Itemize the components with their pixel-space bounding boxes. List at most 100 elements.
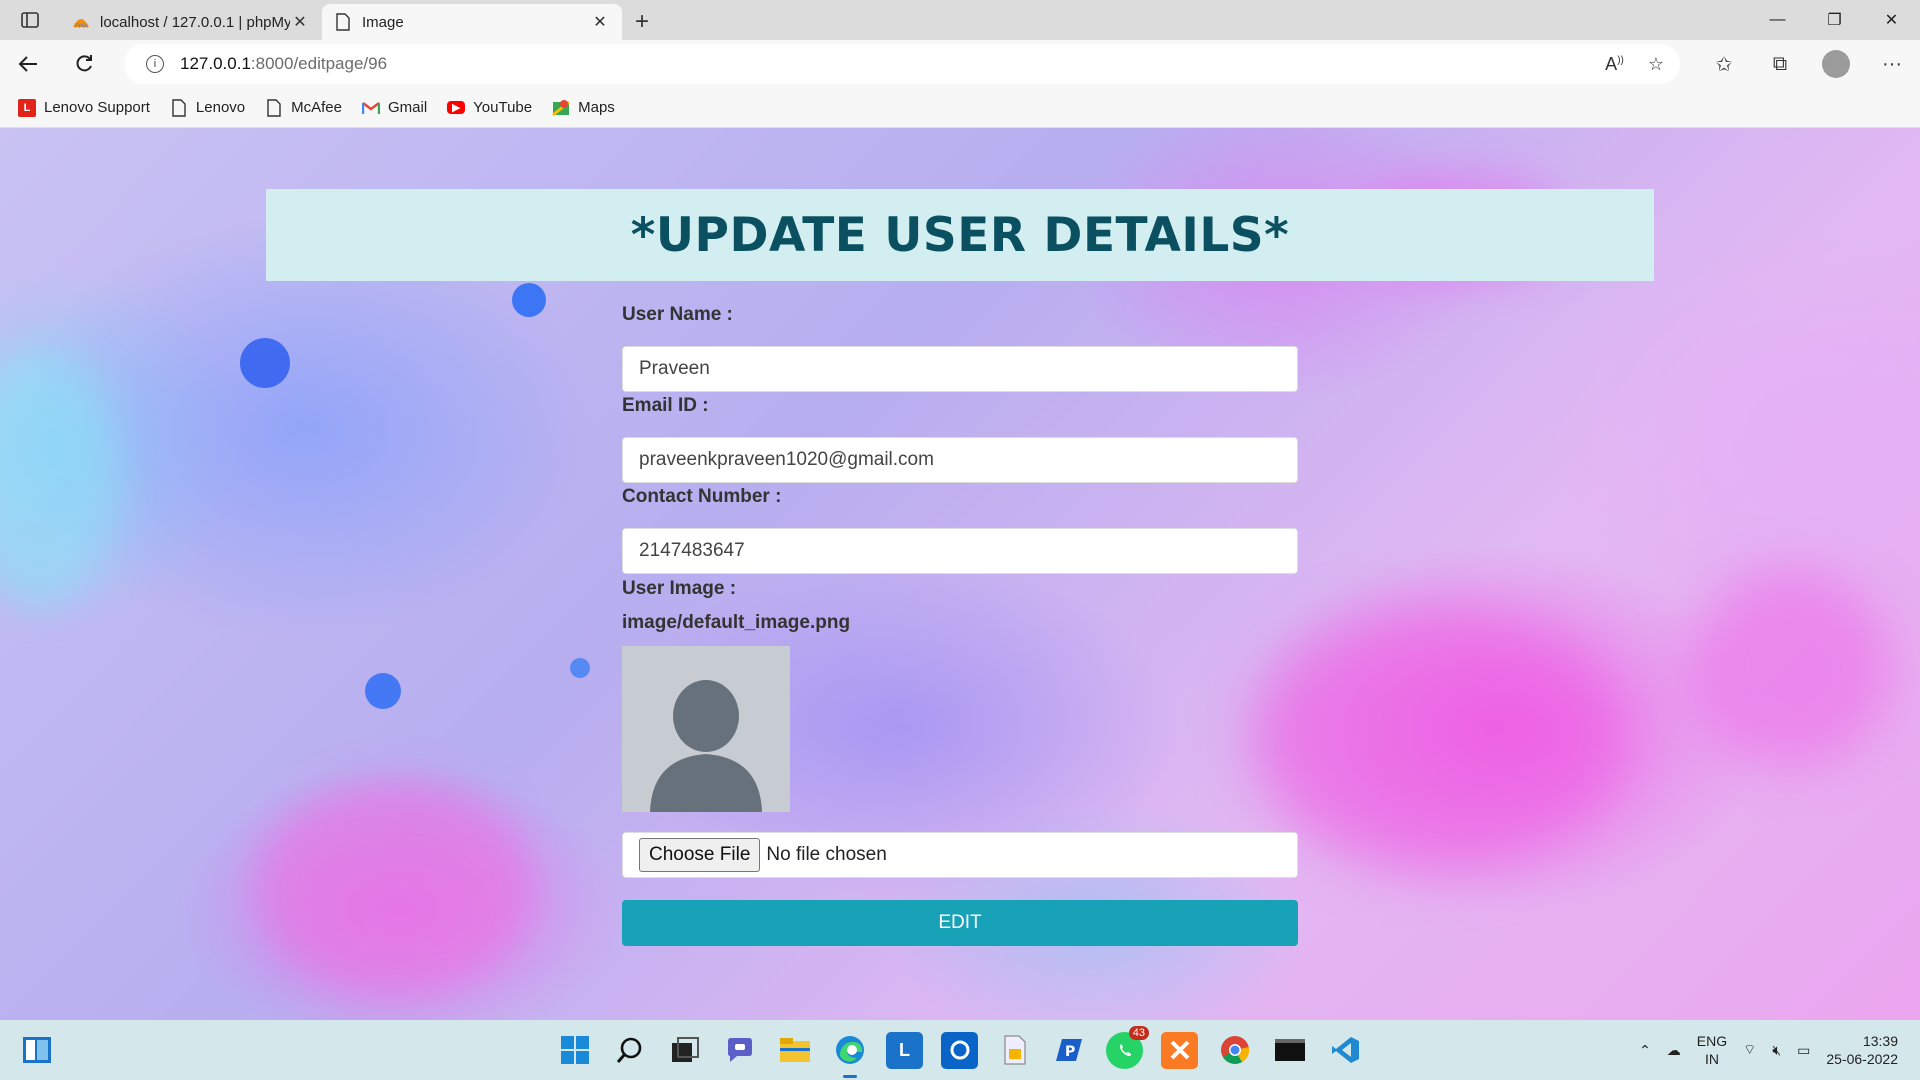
email-label: Email ID :: [622, 395, 709, 416]
profile-avatar[interactable]: [1822, 50, 1850, 78]
clock-date: 25-06-2022: [1826, 1051, 1898, 1067]
site-info-icon[interactable]: i: [146, 55, 164, 73]
lenovo-vantage-icon[interactable]: L: [886, 1031, 923, 1069]
bookmark-label: YouTube: [473, 99, 533, 116]
background-splash: [365, 673, 401, 709]
background-splash: [570, 658, 590, 678]
teams-chat-icon[interactable]: [721, 1032, 758, 1069]
search-icon[interactable]: [611, 1032, 648, 1069]
username-input[interactable]: Praveen: [622, 346, 1298, 392]
url-host: 127.0.0.1: [180, 54, 251, 73]
app-icon[interactable]: [996, 1032, 1033, 1069]
tab-title: Image: [362, 13, 404, 31]
windows-taskbar: L P 43 ⌃ ☁ ENG IN ⌔ 🔇︎ ▭ 13:39 25-06-202…: [0, 1020, 1920, 1080]
bookmark-gmail[interactable]: Gmail: [362, 99, 427, 117]
bookmark-label: McAfee: [291, 99, 342, 116]
collections-icon[interactable]: ⧉: [1752, 53, 1808, 76]
contact-input[interactable]: 2147483647: [622, 528, 1298, 574]
default-user-icon: [650, 680, 762, 812]
region-code: IN: [1704, 1051, 1719, 1067]
bookmark-lenovo[interactable]: Lenovo: [170, 98, 246, 117]
clock-time: 13:39: [1862, 1033, 1898, 1049]
wifi-icon[interactable]: ⌔: [1743, 1041, 1756, 1059]
bookmark-maps[interactable]: Maps: [552, 99, 615, 117]
edit-submit-button[interactable]: EDIT: [622, 900, 1298, 946]
tab-actions-icon: [21, 12, 39, 28]
tab-title: localhost / 127.0.0.1 | phpMyAdm: [100, 13, 290, 31]
svg-text:PMA: PMA: [75, 23, 89, 29]
terminal-icon[interactable]: [1271, 1032, 1308, 1069]
page-icon: [170, 98, 188, 117]
task-view-icon[interactable]: [666, 1032, 703, 1069]
restore-icon[interactable]: ❐: [1806, 0, 1863, 40]
refresh-button[interactable]: [56, 40, 112, 88]
maps-icon: [552, 99, 571, 117]
tab-close-icon[interactable]: ✕: [590, 12, 610, 32]
clock[interactable]: 13:39 25-06-2022: [1826, 1032, 1898, 1068]
user-avatar-image: [622, 646, 790, 812]
file-explorer-icon[interactable]: [776, 1032, 813, 1069]
bookmark-label: Lenovo Support: [44, 99, 150, 116]
read-aloud-icon[interactable]: A)): [1605, 54, 1624, 75]
edge-icon[interactable]: [831, 1032, 868, 1078]
address-bar[interactable]: i 127.0.0.1:8000/editpage/96 A)) ☆: [124, 44, 1680, 84]
back-button[interactable]: [0, 40, 56, 88]
page-icon: [334, 13, 352, 31]
url-path: :8000/editpage/96: [250, 54, 388, 73]
choose-file-button[interactable]: Choose File: [639, 838, 761, 872]
bookmark-mcafee[interactable]: McAfee: [265, 98, 342, 117]
bookmark-label: Lenovo: [195, 99, 246, 116]
omnibox-actions: A)) ☆: [1605, 44, 1664, 84]
gmail-icon: [362, 99, 380, 117]
contact-label: Contact Number :: [622, 486, 782, 507]
language-code: ENG: [1696, 1033, 1728, 1049]
username-label: User Name :: [622, 304, 733, 325]
page-icon: [265, 98, 283, 117]
add-favorite-icon[interactable]: ☆: [1648, 54, 1664, 75]
browser-tab-bar: PMA localhost / 127.0.0.1 | phpMyAdm ✕ I…: [0, 0, 1920, 40]
windows-start-icon[interactable]: [22, 1036, 52, 1064]
bookmark-youtube[interactable]: ▶ YouTube: [447, 99, 532, 116]
new-tab-button[interactable]: +: [622, 4, 662, 40]
whatsapp-icon[interactable]: 43: [1106, 1025, 1149, 1069]
chevron-up-icon[interactable]: ⌃: [1639, 1042, 1651, 1059]
favorites-icon[interactable]: ✩: [1696, 52, 1752, 77]
email-input[interactable]: praveenkpraveen1020@gmail.com: [622, 437, 1298, 483]
bookmark-lenovo-support[interactable]: L Lenovo Support: [18, 98, 150, 117]
onedrive-icon[interactable]: ☁: [1667, 1042, 1681, 1059]
address-toolbar: i 127.0.0.1:8000/editpage/96 A)) ☆ ✩ ⧉ ·…: [0, 40, 1920, 88]
file-status-text: No file chosen: [766, 844, 887, 865]
browser-toolbar-right: ✩ ⧉ ···: [1696, 40, 1920, 88]
background-splash: [512, 283, 546, 317]
page-header: *UPDATE USER DETAILS*: [266, 189, 1654, 281]
phpmyadmin-icon: PMA: [72, 13, 90, 31]
language-indicator[interactable]: ENG IN: [1697, 1032, 1727, 1068]
back-arrow-icon: [18, 56, 37, 72]
windows-start-icon[interactable]: [556, 1032, 593, 1069]
vscode-icon[interactable]: [1326, 1032, 1363, 1069]
svg-text:P: P: [1065, 1044, 1075, 1060]
battery-icon[interactable]: ▭: [1797, 1042, 1810, 1059]
outlook-icon[interactable]: [941, 1031, 978, 1069]
volume-muted-icon[interactable]: 🔇︎: [1772, 1042, 1781, 1059]
close-window-icon[interactable]: ✕: [1863, 0, 1920, 40]
tab-phpmyadmin[interactable]: PMA localhost / 127.0.0.1 | phpMyAdm ✕: [60, 4, 322, 40]
minimize-icon[interactable]: —: [1749, 0, 1806, 40]
notification-badge: 43: [1128, 1025, 1149, 1040]
tab-image[interactable]: Image ✕: [322, 4, 622, 40]
tab-close-icon[interactable]: ✕: [290, 12, 310, 32]
image-file-input[interactable]: Choose File No file chosen: [622, 832, 1298, 878]
more-options-icon[interactable]: ···: [1864, 53, 1920, 76]
bookmark-label: Maps: [578, 99, 615, 116]
background-splash: [240, 338, 290, 388]
background-splash: [1690, 568, 1890, 768]
user-image-label: User Image :: [622, 578, 737, 599]
lenovo-l-icon: L: [18, 98, 36, 117]
window-controls: — ❐ ✕: [1749, 0, 1920, 40]
youtube-icon: ▶: [447, 101, 466, 114]
xampp-icon[interactable]: [1161, 1031, 1198, 1069]
chrome-icon[interactable]: [1216, 1032, 1253, 1069]
tab-actions-button[interactable]: [0, 0, 60, 40]
app-icon[interactable]: P: [1051, 1032, 1088, 1069]
taskbar-apps: L P 43: [556, 1020, 1363, 1080]
